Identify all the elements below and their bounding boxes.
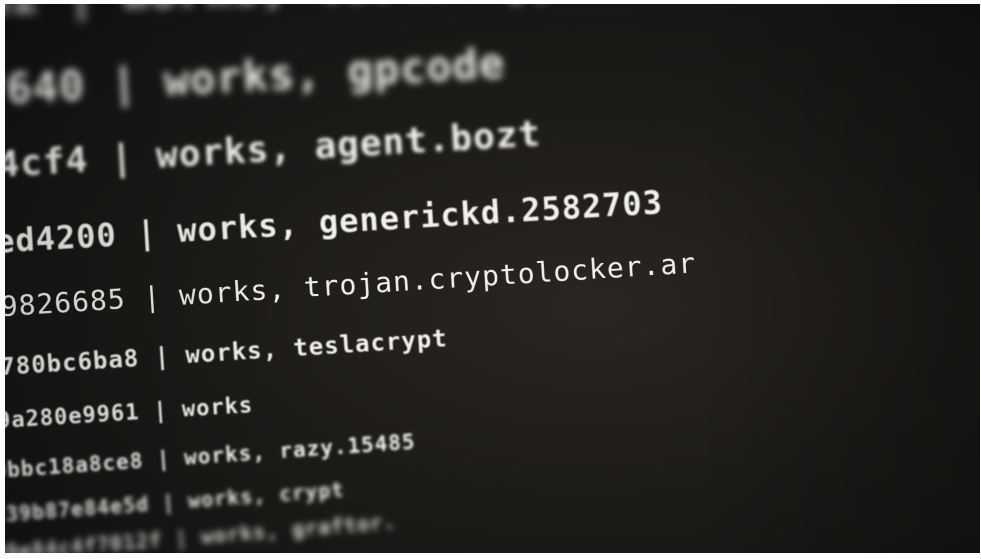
monitor-screen: e2 | works, teslacrypt 7640 | works, gpc… bbox=[5, 4, 980, 553]
terminal-line: b9826685 | works, trojan.cryptolocker.ar bbox=[5, 246, 697, 324]
terminal-line: d4cf4 | works, agent.bozt bbox=[5, 113, 543, 187]
terminal-line: 1780bc6ba8 | works, teslacrypt bbox=[5, 324, 449, 382]
terminal-line: 7640 | works, gpcode bbox=[5, 38, 507, 115]
terminal-line: 00bbc18a8ce8 | works, razy.15485 bbox=[5, 429, 417, 484]
terminal-line: e2 | works, teslacrypt bbox=[5, 4, 590, 25]
photo-frame: e2 | works, teslacrypt 7640 | works, gpc… bbox=[5, 4, 980, 553]
terminal-line: 3ed4200 | works, generickd.2582703 bbox=[5, 183, 664, 262]
terminal-line: 99a280e9961 | works bbox=[5, 393, 254, 435]
